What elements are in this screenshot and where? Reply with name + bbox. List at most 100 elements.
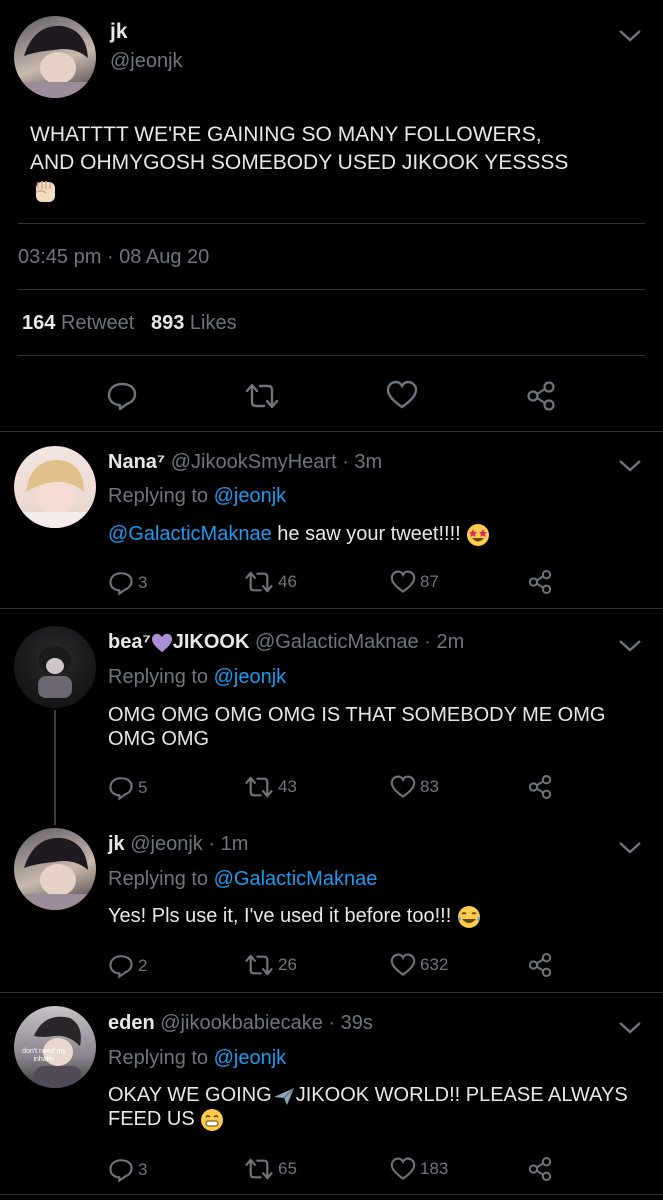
reply-text-body: he saw your tweet!!!! (277, 523, 461, 545)
author-handle[interactable]: @JikookSmyHeart (171, 451, 337, 473)
avatar[interactable] (14, 446, 96, 528)
grinning-face-icon (201, 1108, 224, 1131)
reply-icon[interactable] (106, 380, 138, 412)
author-handle[interactable]: @GalacticMaknae (255, 631, 419, 653)
likes-label[interactable]: Likes (190, 312, 237, 334)
retweet-action[interactable]: 43 (244, 775, 297, 799)
replying-to-label: Replying to (108, 868, 209, 890)
share-icon[interactable] (527, 1156, 553, 1182)
reply-icon[interactable] (108, 953, 134, 979)
airplane-icon (273, 1087, 295, 1105)
reply-icon[interactable] (108, 1157, 134, 1183)
author-name[interactable]: jk (110, 20, 128, 44)
like-icon[interactable] (386, 380, 418, 410)
thread-line (54, 710, 56, 825)
avatar-caption: don't need my inhaler (22, 1048, 66, 1063)
mention-link[interactable]: @GalacticMaknae (108, 523, 272, 545)
reply-text-part-b: JIKOOK WORLD!! PLEASE ALWAYS (295, 1084, 628, 1106)
author-handle[interactable]: @jikookbabiecake (160, 1012, 323, 1034)
reply-text: @GalacticMaknae he saw your tweet!!!! (108, 522, 490, 547)
divider (0, 608, 663, 609)
reply-text-line-2: FEED US (108, 1107, 224, 1132)
chevron-down-icon[interactable] (617, 458, 643, 474)
divider (18, 289, 645, 290)
author-name[interactable]: jk (108, 833, 125, 855)
reply-age: 39s (340, 1012, 373, 1034)
avatar[interactable] (14, 626, 96, 708)
divider (0, 1194, 663, 1195)
reply-age: 1m (220, 833, 249, 855)
avatar[interactable]: don't need my inhaler (14, 1006, 96, 1088)
reply-age: 2m (436, 631, 465, 653)
retweet-action[interactable]: 26 (244, 953, 297, 977)
share-icon[interactable] (525, 380, 557, 412)
retweet-action[interactable]: 46 (244, 570, 297, 594)
retweet-count: 43 (278, 777, 297, 796)
avatar[interactable] (14, 828, 96, 910)
reply-header: Nana⁷ @JikookSmyHeart · 3m (108, 451, 383, 473)
reply-text-body: Yes! Pls use it, I've used it before too… (108, 905, 452, 927)
like-count: 83 (420, 777, 439, 796)
replying-to: Replying to @jeonjk (108, 666, 286, 689)
tweet-text-line-2: AND OHMYGOSH SOMEBODY USED JIKOOK YESSSS (30, 151, 569, 174)
reply-icon[interactable] (108, 775, 134, 801)
like-action[interactable]: 632 (390, 953, 448, 977)
avatar[interactable] (14, 16, 96, 98)
retweet-action[interactable]: 65 (244, 1157, 297, 1181)
chevron-down-icon[interactable] (617, 1020, 643, 1036)
reply-count: 3 (138, 1160, 148, 1179)
star-struck-emoji-icon (467, 523, 490, 546)
replying-to-link[interactable]: @jeonjk (214, 1047, 287, 1069)
reply-action[interactable]: 2 (108, 953, 147, 979)
chevron-down-icon[interactable] (617, 638, 643, 654)
chevron-down-icon[interactable] (617, 28, 643, 44)
author-name[interactable]: Nana⁷ (108, 451, 165, 473)
author-handle[interactable]: @jeonjk (130, 833, 203, 855)
like-icon[interactable] (390, 775, 416, 799)
share-icon[interactable] (527, 569, 553, 595)
retweet-count: 46 (278, 572, 297, 591)
author-handle[interactable]: @jeonjk (110, 50, 183, 73)
replying-to-link[interactable]: @GalacticMaknae (214, 868, 378, 890)
share-icon[interactable] (527, 774, 553, 800)
share-icon[interactable] (527, 952, 553, 978)
raised-fist-emoji-icon (35, 181, 55, 202)
retweet-icon[interactable] (244, 570, 274, 594)
retweet-icon[interactable] (244, 775, 274, 799)
like-action[interactable]: 83 (390, 775, 439, 799)
replying-to-link[interactable]: @jeonjk (214, 666, 287, 688)
replying-to-link[interactable]: @jeonjk (214, 485, 287, 507)
tears-of-joy-emoji-icon (457, 905, 480, 928)
replying-to: Replying to @jeonjk (108, 1047, 286, 1070)
reply-count: 2 (138, 956, 148, 975)
reply-text-part-c: FEED US (108, 1108, 195, 1130)
like-action[interactable]: 87 (390, 570, 439, 594)
divider (18, 355, 645, 356)
retweet-icon[interactable] (244, 382, 280, 410)
like-icon[interactable] (390, 1157, 416, 1181)
retweet-icon[interactable] (244, 1157, 274, 1181)
likes-count[interactable]: 893 (151, 312, 184, 334)
reply-age: 3m (354, 451, 383, 473)
reply-action[interactable]: 3 (108, 570, 147, 596)
reply-icon[interactable] (108, 570, 134, 596)
reply-text-line-1: OKAY WE GOING JIKOOK WORLD!! PLEASE ALWAY… (108, 1083, 628, 1107)
like-icon[interactable] (390, 570, 416, 594)
tweet-stats: 164 Retweet 893 Likes (22, 312, 237, 335)
purple-heart-icon (151, 633, 172, 652)
like-icon[interactable] (390, 953, 416, 977)
like-action[interactable]: 183 (390, 1157, 448, 1181)
retweet-label[interactable]: Retweet (61, 312, 134, 334)
divider (18, 223, 645, 224)
retweet-count[interactable]: 164 (22, 312, 55, 334)
replying-to-label: Replying to (108, 666, 209, 688)
like-count: 87 (420, 572, 439, 591)
author-name[interactable]: bea⁷ (108, 631, 151, 653)
chevron-down-icon[interactable] (617, 840, 643, 856)
author-name[interactable]: eden (108, 1012, 155, 1034)
retweet-icon[interactable] (244, 953, 274, 977)
reply-action[interactable]: 3 (108, 1157, 147, 1183)
reply-action[interactable]: 5 (108, 775, 147, 801)
reply-text-line-1: OMG OMG OMG OMG IS THAT SOMEBODY ME OMG (108, 704, 606, 726)
author-name-suffix[interactable]: JIKOOK (173, 631, 250, 653)
